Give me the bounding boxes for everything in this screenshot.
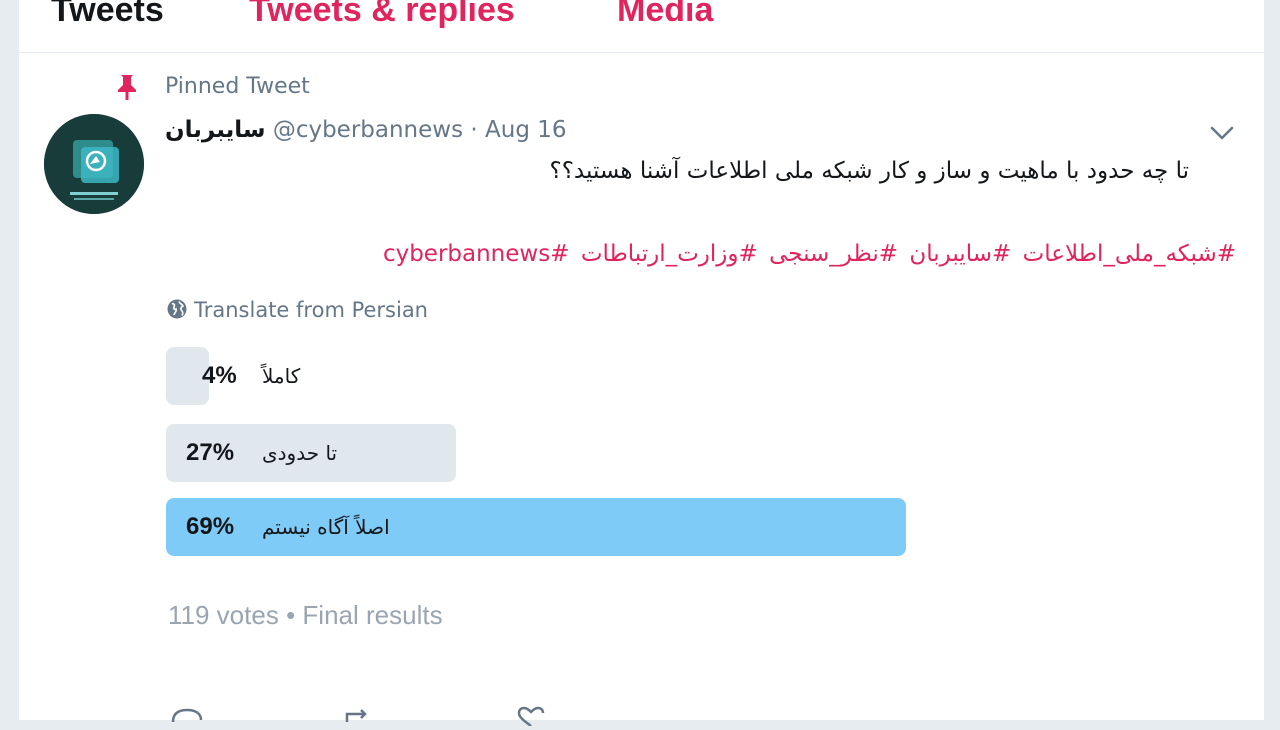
globe-icon — [167, 299, 187, 319]
profile-tabs: Tweets Tweets & replies Media — [19, 0, 1264, 53]
tab-media[interactable]: Media — [617, 0, 713, 34]
hashtag-link[interactable]: #شبکه_ملی_اطلاعات — [1023, 241, 1236, 267]
tab-tweets-and-replies[interactable]: Tweets & replies — [249, 0, 515, 34]
poll-option: 4% کاملاً — [166, 347, 906, 405]
translate-label: Translate from Persian — [194, 298, 428, 322]
profile-timeline-card: Tweets Tweets & replies Media Pinned Twe… — [18, 0, 1265, 727]
header-separator: · — [470, 117, 478, 143]
poll-percent: 4% — [202, 362, 237, 389]
poll-summary: 119 votes • Final results — [168, 598, 443, 632]
reply-icon — [171, 708, 203, 723]
poll-percent: 27% — [186, 439, 235, 466]
poll-separator: • — [286, 600, 296, 630]
reply-button[interactable] — [169, 706, 205, 726]
tweet-date[interactable]: Aug 16 — [485, 117, 567, 143]
translate-button[interactable]: Translate from Persian — [166, 296, 428, 324]
display-name[interactable]: سایبربان — [165, 117, 266, 143]
user-handle[interactable]: @cyberbannews — [273, 117, 463, 143]
poll-option: 69% اصلاً آگاه نیستم — [166, 498, 906, 556]
tab-tweets[interactable]: Tweets — [51, 0, 164, 34]
retweet-button[interactable] — [341, 706, 377, 726]
poll-option-label: اصلاً آگاه نیستم — [262, 515, 390, 539]
poll-status: Final results — [302, 600, 443, 630]
pin-icon — [116, 73, 138, 101]
tweet-hashtags: #شبکه_ملی_اطلاعات #سایبربان #نظر_سنجی #و… — [379, 237, 1236, 271]
hashtag-link[interactable]: #نظر_سنجی — [769, 241, 898, 267]
chevron-down-icon — [1210, 126, 1234, 140]
poll-option: 27% تا حدودی — [166, 424, 906, 482]
hashtag-link[interactable]: #cyberbannews — [383, 241, 570, 267]
like-button[interactable] — [513, 706, 549, 727]
hashtag-link[interactable]: #سایبربان — [909, 241, 1011, 267]
retweet-icon — [345, 709, 367, 722]
poll-option-label: تا حدودی — [262, 441, 338, 465]
tweet-menu-button[interactable] — [1205, 118, 1239, 148]
tweet-actions — [169, 706, 869, 727]
like-icon — [517, 706, 545, 727]
poll-percent: 69% — [186, 513, 235, 540]
avatar-logo — [44, 114, 144, 214]
hashtag-link[interactable]: #وزارت_ارتباطات — [581, 241, 758, 267]
avatar[interactable] — [44, 114, 144, 214]
poll-vote-count: 119 votes — [168, 600, 279, 630]
poll-option-label: کاملاً — [262, 364, 301, 388]
tweet-text: تا چه حدود با ماهیت و ساز و کار شبکه ملی… — [549, 158, 1189, 184]
tweet-header: سایبربان @cyberbannews · Aug 16 — [165, 114, 567, 146]
pinned-tweet-label: Pinned Tweet — [165, 74, 310, 99]
